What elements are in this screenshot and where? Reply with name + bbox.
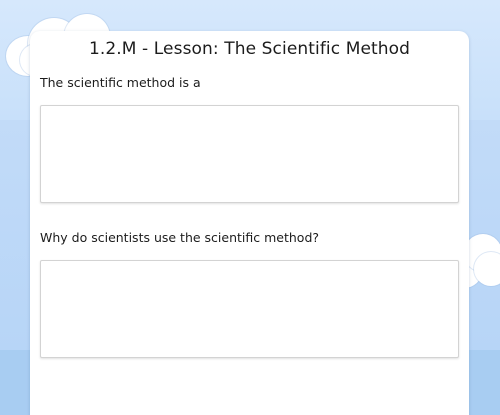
lesson-card: 1.2.M - Lesson: The Scientific Method Th…: [30, 31, 469, 415]
question-1-answer-field[interactable]: [40, 105, 459, 203]
lesson-title: 1.2.M - Lesson: The Scientific Method: [88, 39, 411, 59]
question-2-answer-field[interactable]: [40, 260, 459, 358]
question-1-prompt: The scientific method is a: [40, 75, 201, 90]
question-2-prompt: Why do scientists use the scientific met…: [40, 230, 320, 245]
sky-background: 1.2.M - Lesson: The Scientific Method Th…: [0, 0, 500, 415]
